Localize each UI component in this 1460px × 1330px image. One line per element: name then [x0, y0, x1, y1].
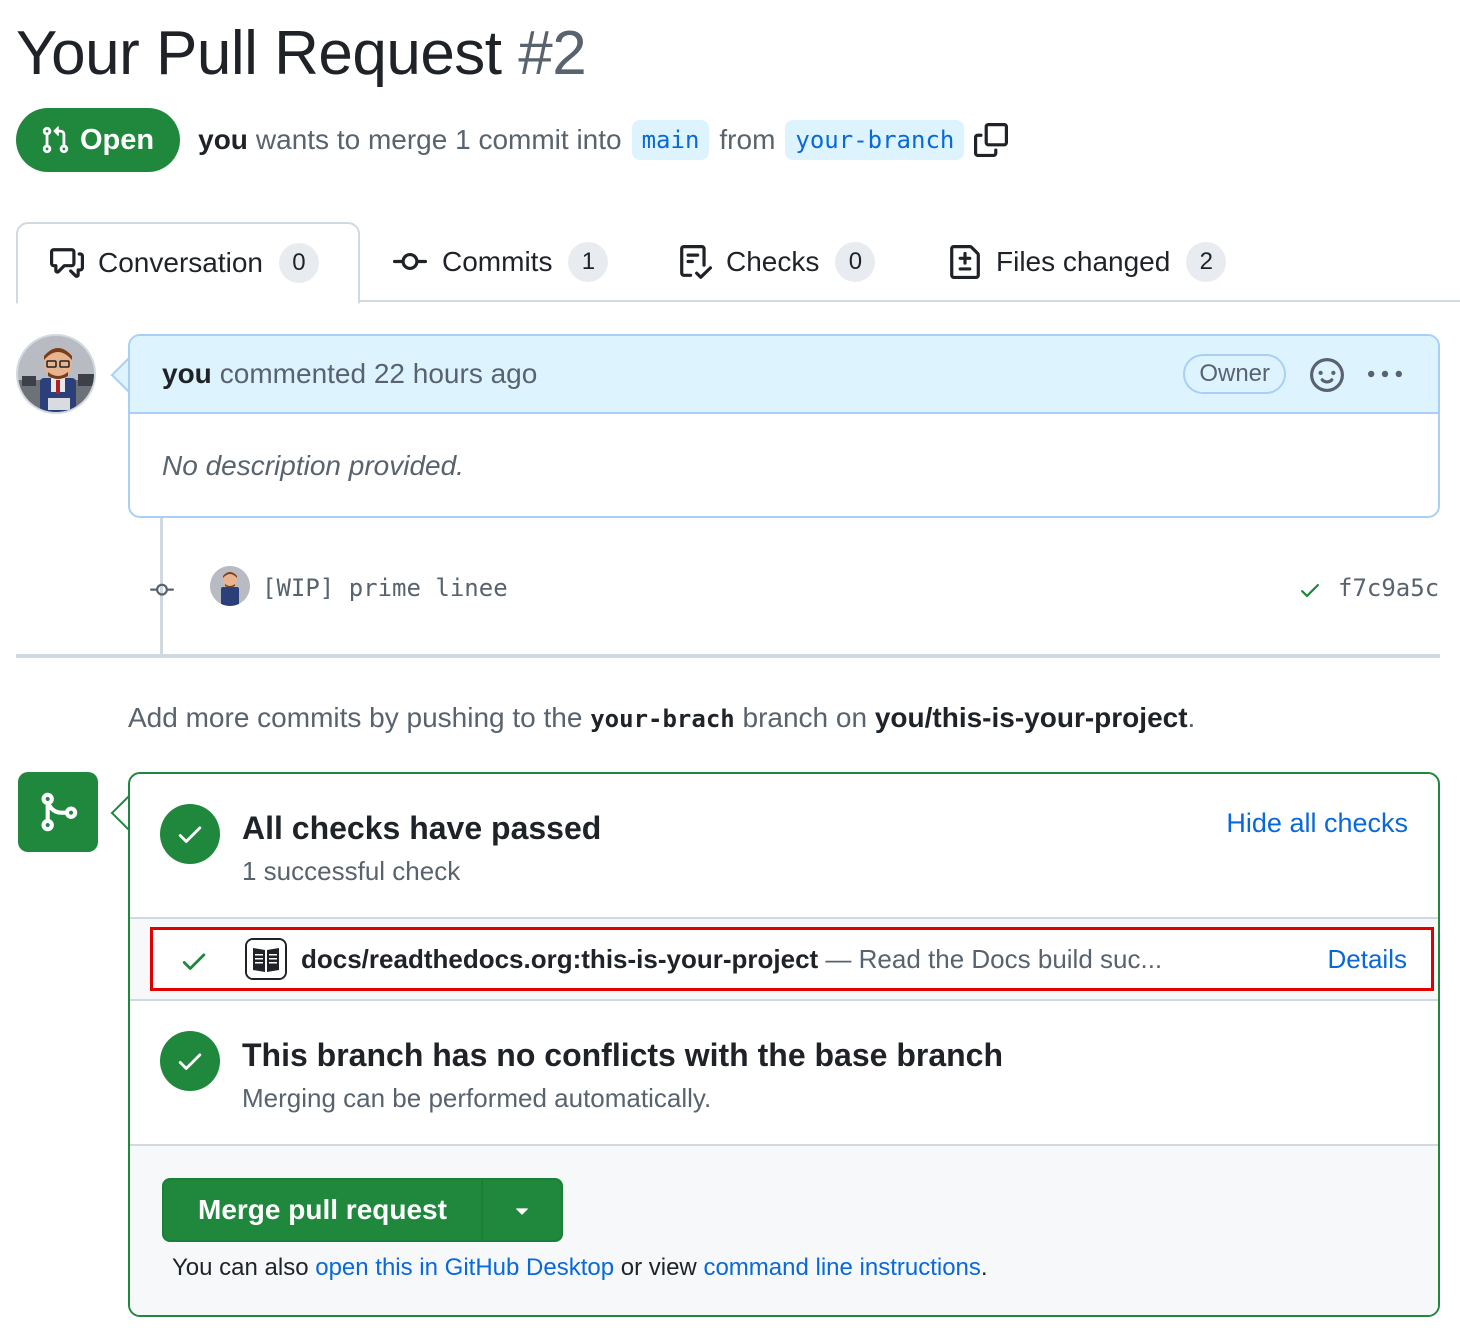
comment-author[interactable]: you — [162, 358, 212, 390]
tab-conversation-label: Conversation — [98, 247, 263, 278]
check-row-highlight: docs/readthedocs.org:this-is-your-projec… — [150, 927, 1434, 991]
check-icon — [178, 826, 202, 843]
tab-commits-count: 1 — [568, 242, 609, 282]
pr-title: Your Pull Request — [16, 19, 502, 88]
base-branch[interactable]: main — [631, 120, 710, 160]
checklist-icon — [680, 245, 712, 279]
copy-icon[interactable] — [974, 123, 1009, 157]
timeline-divider — [16, 654, 1440, 658]
git-commit-icon — [393, 252, 427, 270]
triangle-down-icon — [516, 1208, 528, 1215]
push-hint: Add more commits by pushing to the your-… — [128, 702, 1195, 734]
tab-files-changed-label: Files changed — [996, 246, 1171, 277]
checks-status-icon — [160, 804, 220, 864]
from-text: from — [719, 124, 776, 155]
merge-alternatives: You can also open this in GitHub Desktop… — [172, 1254, 988, 1282]
push-hint-prefix: Add more commits by pushing to the — [128, 702, 583, 733]
github-desktop-link[interactable]: open this in GitHub Desktop — [315, 1254, 614, 1281]
tab-files-changed[interactable]: Files changed 2 — [948, 222, 1227, 302]
readthedocs-logo-icon — [245, 938, 287, 980]
pr-tabs: Conversation 0 Commits 1 Checks 0 Files … — [16, 222, 1460, 304]
tab-files-changed-count: 2 — [1186, 242, 1227, 282]
owner-badge: Owner — [1183, 354, 1286, 394]
also-prefix: You can also — [172, 1254, 309, 1281]
pr-meta: Open you wants to merge 1 commit into ma… — [16, 108, 1009, 172]
comment-discussion-icon — [50, 248, 84, 278]
details-link[interactable]: Details — [1328, 944, 1407, 975]
merge-footer: Merge pull request You can also open thi… — [130, 1144, 1438, 1315]
file-diff-icon — [950, 245, 980, 279]
merge-summary: you wants to merge 1 commit into main fr… — [198, 120, 1009, 160]
or-view-text: or view — [620, 1254, 697, 1281]
checks-subtitle: 1 successful check — [242, 856, 461, 886]
tab-checks-label: Checks — [726, 246, 820, 277]
merge-summary-text: wants to merge 1 commit into — [255, 124, 622, 155]
head-branch[interactable]: your-branch — [785, 120, 965, 160]
conflicts-section: This branch has no conflicts with the ba… — [130, 1001, 1438, 1144]
conflicts-subtitle: Merging can be performed automatically. — [242, 1083, 712, 1113]
check-icon[interactable] — [1296, 578, 1324, 607]
avatar[interactable] — [16, 334, 96, 414]
state-badge: Open — [16, 108, 181, 172]
state-label: Open — [80, 123, 155, 156]
check-icon — [178, 1053, 202, 1070]
tab-conversation[interactable]: Conversation 0 — [16, 222, 360, 304]
push-hint-repo: you/this-is-your-project — [874, 702, 1188, 733]
comment-body: No description provided. — [162, 450, 464, 481]
git-merge-icon-box — [18, 772, 98, 852]
tab-commits-label: Commits — [442, 246, 553, 277]
tab-checks-count: 0 — [835, 242, 876, 282]
merge-box: All checks have passed 1 successful chec… — [128, 772, 1440, 1317]
smiley-icon[interactable] — [1310, 358, 1344, 399]
comment-box: you commented 22 hours ago Owner No desc… — [128, 334, 1440, 518]
check-name: docs/readthedocs.org:this-is-your-projec… — [301, 944, 1162, 975]
pr-author[interactable]: you — [198, 124, 248, 156]
tab-commits[interactable]: Commits 1 — [392, 222, 609, 302]
commit-message[interactable]: [WIP] prime linee — [262, 574, 508, 602]
check-context: docs/readthedocs.org:this-is-your-projec… — [301, 944, 819, 974]
merge-button-group: Merge pull request — [162, 1178, 563, 1242]
conflicts-title: This branch has no conflicts with the ba… — [242, 1037, 1004, 1073]
conflicts-status-icon — [160, 1031, 220, 1091]
check-icon — [179, 946, 209, 981]
push-hint-middle: branch on — [742, 702, 868, 733]
hide-all-checks-link[interactable]: Hide all checks — [1226, 808, 1408, 839]
tab-checks[interactable]: Checks 0 — [678, 222, 876, 302]
git-pull-request-icon — [42, 126, 69, 154]
command-line-instructions-link[interactable]: command line instructions — [703, 1254, 980, 1281]
kebab-horizontal-icon[interactable] — [1368, 358, 1402, 399]
commit-sha[interactable]: f7c9a5c — [1338, 574, 1439, 602]
git-commit-icon — [144, 578, 180, 607]
checks-title: All checks have passed — [242, 810, 602, 846]
pr-number: #2 — [518, 19, 587, 88]
also-suffix: . — [980, 1254, 988, 1281]
merge-pull-request-button[interactable]: Merge pull request — [164, 1180, 481, 1240]
check-row: docs/readthedocs.org:this-is-your-projec… — [130, 917, 1438, 1001]
comment-header: you commented 22 hours ago Owner — [130, 336, 1438, 414]
page-title: Your Pull Request #2 — [16, 18, 587, 89]
tab-conversation-count: 0 — [278, 243, 319, 283]
commit-avatar[interactable] — [210, 566, 250, 606]
push-hint-branch: your-brach — [590, 705, 735, 733]
comment-timestamp[interactable]: commented 22 hours ago — [220, 358, 538, 390]
check-description: — Read the Docs build suc... — [825, 944, 1163, 974]
git-merge-icon — [41, 792, 78, 832]
merge-options-button[interactable] — [480, 1180, 561, 1240]
checks-section: All checks have passed 1 successful chec… — [130, 774, 1438, 917]
push-hint-suffix: . — [1187, 702, 1196, 733]
